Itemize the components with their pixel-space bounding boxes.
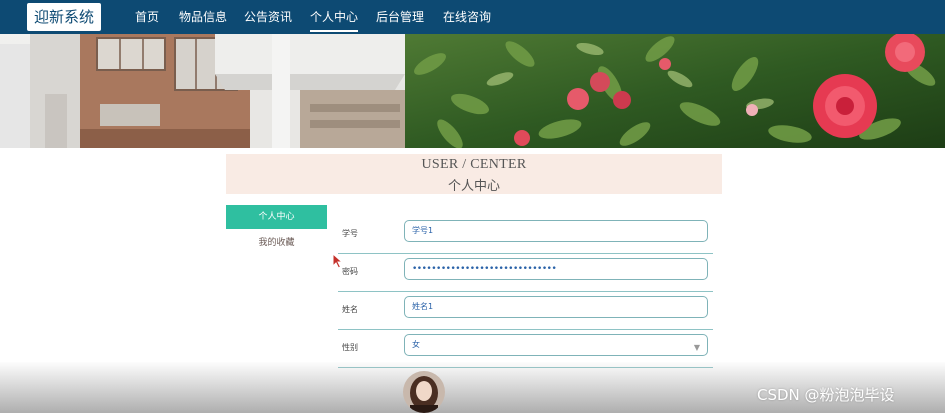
password-label: 密码 xyxy=(342,267,358,276)
side-menu-user-center[interactable]: 个人中心 xyxy=(226,205,327,229)
section-title: USER / CENTER 个人中心 xyxy=(226,154,722,194)
student-id-input[interactable]: 学号1 xyxy=(404,220,708,242)
banner-image xyxy=(0,34,945,148)
nav-item-news[interactable]: 公告资讯 xyxy=(244,0,292,34)
nav-item-items[interactable]: 物品信息 xyxy=(179,0,227,34)
nav-item-consult[interactable]: 在线咨询 xyxy=(443,0,491,34)
name-label: 姓名 xyxy=(342,305,358,314)
form-row-name: 姓名 姓名1 xyxy=(338,296,713,330)
student-id-label: 学号 xyxy=(342,229,358,238)
top-navbar: 迎新系统 首页 物品信息 公告资讯 个人中心 后台管理 在线咨询 xyxy=(0,0,945,34)
nav-item-user-center[interactable]: 个人中心 xyxy=(310,0,359,34)
gender-select[interactable]: 女 ▼ xyxy=(404,334,708,356)
section-title-cn: 个人中心 xyxy=(447,179,500,194)
nav-item-home[interactable]: 首页 xyxy=(135,0,159,34)
form-row-student-id: 学号 学号1 xyxy=(338,220,713,254)
chevron-down-icon: ▼ xyxy=(693,343,700,352)
mouse-pointer-icon xyxy=(332,253,344,269)
name-input[interactable]: 姓名1 xyxy=(404,296,708,318)
avatar xyxy=(403,371,445,413)
gender-select-value: 女 xyxy=(412,340,420,349)
watermark-text: CSDN @粉泡泡毕设 xyxy=(757,386,895,404)
gender-label: 性别 xyxy=(342,343,358,352)
section-title-en: USER / CENTER xyxy=(421,157,527,172)
form-row-password: 密码 •••••••••••••••••••••••••••••• xyxy=(338,258,713,292)
password-input[interactable]: •••••••••••••••••••••••••••••• xyxy=(404,258,708,280)
hero-banner xyxy=(0,34,945,148)
brand-logo[interactable]: 迎新系统 xyxy=(27,3,101,31)
nav-item-admin[interactable]: 后台管理 xyxy=(376,0,424,34)
side-menu-favorites[interactable]: 我的收藏 xyxy=(226,231,327,255)
